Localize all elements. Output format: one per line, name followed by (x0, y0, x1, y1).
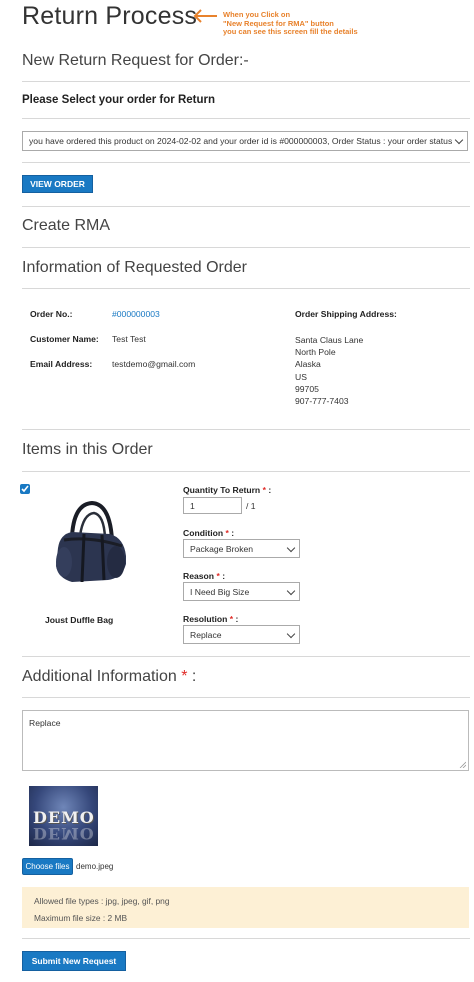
choose-files-button[interactable]: Choose files (22, 858, 73, 875)
label-colon: : (191, 668, 197, 685)
uploaded-image-thumbnail: DEMO DEMO (29, 786, 98, 846)
customer-name-label: Customer Name: (30, 334, 99, 344)
order-no-link[interactable]: #000000003 (112, 309, 160, 319)
chevron-down-icon (286, 629, 296, 639)
shipping-line: Alaska (295, 359, 321, 370)
shipping-line: Santa Claus Lane (295, 335, 364, 345)
email-value: testdemo@gmail.com (112, 359, 196, 369)
resolution-label: Resolution * : (183, 614, 238, 624)
items-heading: Items in this Order (22, 441, 153, 458)
shipping-address-label: Order Shipping Address: (295, 309, 397, 319)
customer-name-value: Test Test (112, 334, 146, 344)
additional-info-textarea[interactable]: Replace (22, 710, 469, 771)
allowed-file-types: Allowed file types : jpg, jpeg, gif, png (34, 896, 170, 906)
demo-image-reflection: DEMO (33, 824, 95, 843)
annotation-note: When you Click on "New Request for RMA" … (223, 10, 358, 36)
selected-file-name: demo.jpeg (76, 862, 114, 871)
email-label: Email Address: (30, 359, 93, 369)
quantity-max: / 1 (246, 501, 256, 511)
required-mark: * (181, 668, 188, 685)
shipping-line: 907-777-7403 (295, 396, 349, 407)
chevron-down-icon (454, 135, 464, 145)
label-colon: : (235, 614, 239, 624)
order-info-heading: Information of Requested Order (22, 259, 248, 276)
view-order-button[interactable]: VIEW ORDER (22, 175, 93, 193)
required-mark: * (229, 614, 234, 624)
label-colon: : (231, 528, 235, 538)
resolution-select[interactable]: Replace (183, 625, 300, 644)
condition-label: Condition * : (183, 528, 234, 538)
select-order-label: Please Select your order for Return (22, 94, 216, 106)
max-file-size: Maximum file size : 2 MB (34, 912, 128, 923)
new-return-heading: New Return Request for Order:- (22, 52, 249, 69)
order-select[interactable]: you have ordered this product on 2024-02… (22, 131, 468, 151)
file-upload-notice: Allowed file types : jpg, jpeg, gif, png… (22, 887, 469, 928)
shipping-line: North Pole (295, 347, 336, 358)
submit-request-button[interactable]: Submit New Request (22, 951, 126, 971)
page-title: Return Process (22, 2, 198, 30)
duffle-bag-image (56, 500, 126, 583)
quantity-label: Quantity To Return * : (183, 485, 271, 495)
quantity-input[interactable]: 1 (183, 497, 242, 514)
shipping-address: Santa Claus Lane North Pole Alaska US 99… (295, 334, 363, 407)
item-select-checkbox[interactable] (20, 484, 30, 494)
condition-select-value: Package Broken (190, 544, 254, 554)
additional-info-text: Replace (29, 718, 61, 728)
reason-label: Reason * : (183, 571, 225, 581)
shipping-line: 99705 (295, 383, 319, 394)
chevron-down-icon (286, 586, 296, 596)
resolution-label-text: Resolution (183, 614, 228, 624)
reason-label-text: Reason (183, 571, 215, 581)
quantity-input-value: 1 (190, 501, 195, 511)
required-mark: * (262, 485, 266, 495)
arrow-left-icon (193, 9, 217, 23)
chevron-down-icon (286, 543, 296, 553)
required-mark: * (225, 528, 229, 538)
reason-select-value: I Need Big Size (190, 587, 250, 597)
order-no-label: Order No.: (30, 309, 73, 319)
quantity-label-text: Quantity To Return (183, 485, 261, 495)
label-colon: : (222, 571, 226, 581)
shipping-line: US (295, 371, 307, 382)
reason-select[interactable]: I Need Big Size (183, 582, 300, 601)
create-rma-heading: Create RMA (22, 217, 111, 234)
additional-info-heading: Additional Information * : (22, 668, 196, 686)
resize-handle-icon[interactable] (459, 761, 466, 768)
resolution-select-value: Replace (190, 630, 222, 640)
required-mark: * (216, 571, 220, 581)
condition-label-text: Condition (183, 528, 224, 538)
product-name: Joust Duffle Bag (45, 615, 114, 625)
additional-info-heading-text: Additional Information (22, 668, 177, 685)
condition-select[interactable]: Package Broken (183, 539, 300, 558)
label-colon: : (268, 485, 272, 495)
order-select-value: you have ordered this product on 2024-02… (29, 136, 453, 146)
